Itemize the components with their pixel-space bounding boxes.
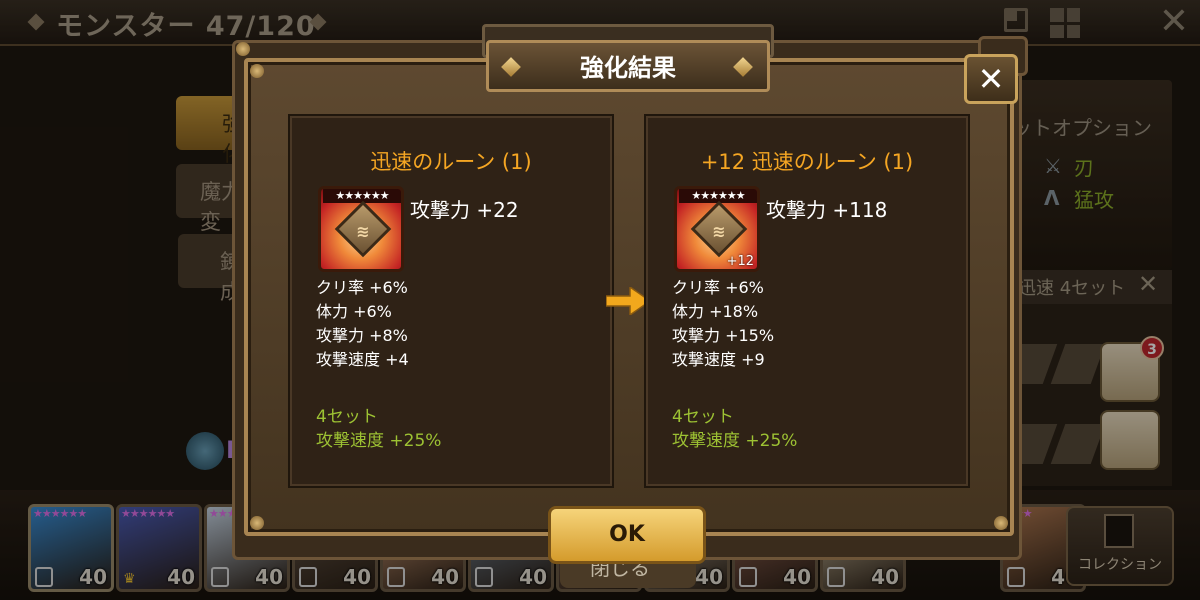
ok-button[interactable]: OK (548, 506, 706, 564)
corner-stud (236, 42, 250, 56)
rune-after-panel: +12 迅速のルーン (1) ★★★★★★ ≋ +12 攻撃力 +118 クリ率… (644, 114, 970, 488)
rune-after-set-name: 4セット (672, 407, 734, 427)
rune-before-sub-stats: クリ率 +6% 体力 +6% 攻撃力 +8% 攻撃速度 +4 (316, 276, 409, 372)
swift-rune-icon: ★★★★★★ ≋ (318, 186, 404, 272)
dialog-close-button[interactable]: ✕ (964, 54, 1018, 104)
swift-glyph-icon: ≋ (712, 222, 726, 241)
rune-after-name: +12 迅速のルーン (1) (700, 150, 914, 174)
corner-stud (250, 64, 264, 78)
corner-stud (250, 516, 264, 530)
dialog-title: 強化結果 (580, 54, 676, 82)
rune-after-set-bonus: 攻撃速度 +25% (672, 431, 798, 451)
rune-before-set-bonus: 攻撃速度 +25% (316, 431, 442, 451)
rune-before-main-stat: 攻撃力 +22 (410, 198, 519, 222)
sub-stat: 体力 +6% (316, 302, 392, 321)
rune-before-panel: 迅速のルーン (1) ★★★★★★ ≋ 攻撃力 +22 クリ率 +6% 体力 +… (288, 114, 614, 488)
sub-stat: 攻撃力 +15% (672, 326, 775, 345)
sub-stat: 攻撃速度 +4 (316, 350, 409, 369)
rune-after-main-stat: 攻撃力 +118 (766, 198, 888, 222)
sub-stat: 体力 +18% (672, 302, 759, 321)
sub-stat: クリ率 +6% (316, 278, 408, 297)
corner-stud (994, 516, 1008, 530)
swift-rune-icon: ★★★★★★ ≋ +12 (674, 186, 760, 272)
rune-level: +12 (726, 254, 754, 269)
sub-stat: 攻撃力 +8% (316, 326, 408, 345)
rune-after-sub-stats: クリ率 +6% 体力 +18% 攻撃力 +15% 攻撃速度 +9 (672, 276, 774, 372)
sub-stat: クリ率 +6% (672, 278, 764, 297)
rune-before-name: 迅速のルーン (1) (370, 150, 532, 174)
swift-glyph-icon: ≋ (356, 222, 370, 241)
rune-before-set-name: 4セット (316, 407, 378, 427)
sub-stat: 攻撃速度 +9 (672, 350, 765, 369)
